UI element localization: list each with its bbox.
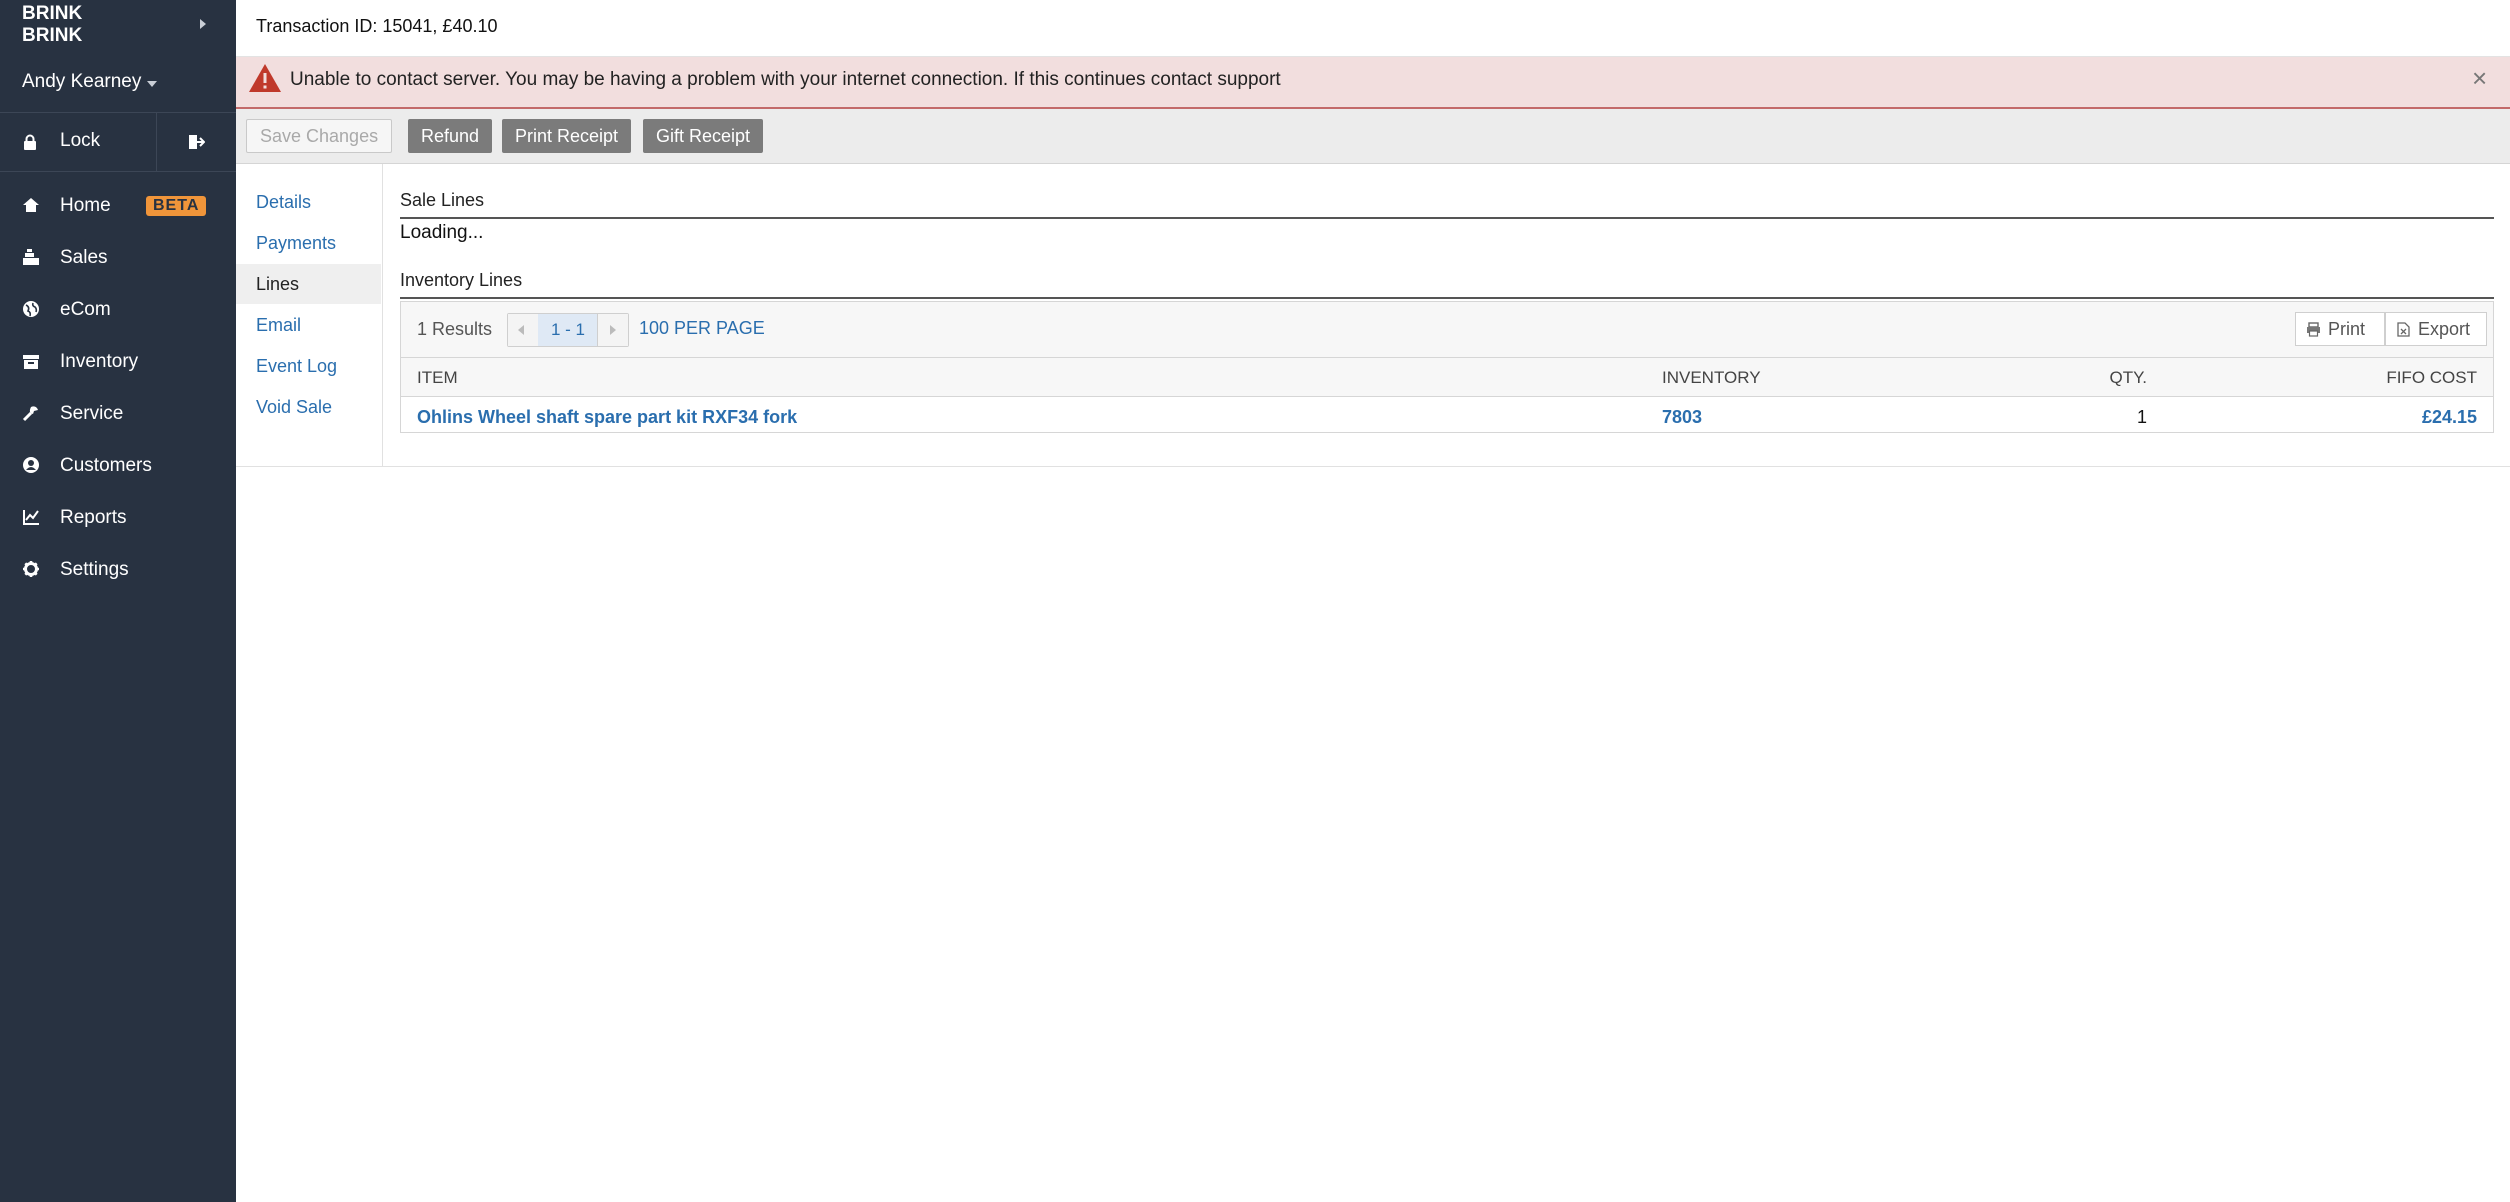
chevron-right-icon[interactable] [200, 19, 206, 29]
fifo-cost-link[interactable]: £24.15 [2422, 407, 2477, 428]
subnav-event-log[interactable]: Event Log [236, 346, 381, 386]
caret-down-icon[interactable] [147, 81, 157, 87]
nav-item-sales[interactable]: Sales [0, 236, 236, 280]
nav-label: Reports [60, 507, 127, 528]
column-header-qty[interactable]: QTY. [2110, 368, 2147, 388]
gear-icon [23, 561, 39, 577]
register-icon [23, 249, 39, 265]
lock-row: Lock [0, 112, 236, 172]
column-header-inventory[interactable]: INVENTORY [1662, 368, 1761, 388]
nav-item-inventory[interactable]: Inventory [0, 340, 236, 384]
item-link[interactable]: Ohlins Wheel shaft spare part kit RXF34 … [417, 407, 797, 428]
page-range[interactable]: 1 - 1 [538, 314, 598, 346]
shop-name[interactable]: BRINK BRINK [22, 3, 82, 47]
pager-bar: 1 Results 1 - 1 100 PER PAGE Print Expor… [401, 302, 2493, 358]
user-menu[interactable]: Andy Kearney [22, 71, 141, 93]
subnav-label: Details [256, 192, 312, 212]
close-icon[interactable]: × [2472, 63, 2487, 94]
results-count: 1 Results [417, 319, 493, 339]
sale-lines-loading: Loading... [400, 222, 484, 243]
divider [400, 297, 2494, 299]
nav-label: Service [60, 403, 124, 424]
qty-value: 1 [2136, 407, 2147, 427]
subnav-void-sale[interactable]: Void Sale [236, 387, 381, 427]
globe-icon [23, 301, 39, 317]
connection-alert: Unable to contact server. You may be hav… [236, 57, 2510, 109]
nav-item-ecom[interactable]: eCom [0, 288, 236, 332]
brand-line-2: BRINK [22, 25, 83, 46]
main-area: Transaction ID: 15041, £40.10 Unable to … [236, 0, 2510, 1202]
column-header-item[interactable]: ITEM [417, 368, 458, 388]
inventory-link[interactable]: 7803 [1662, 407, 1702, 428]
printer-icon [2307, 322, 2320, 337]
brand-line-1: BRINK [22, 3, 83, 24]
page-title: Transaction ID: 15041, £40.10 [256, 16, 498, 36]
file-export-icon [2397, 322, 2410, 337]
nav-item-customers[interactable]: Customers [0, 444, 236, 488]
inventory-lines-table: 1 Results 1 - 1 100 PER PAGE Print Expor… [400, 301, 2494, 433]
print-receipt-button[interactable]: Print Receipt [502, 119, 632, 153]
pager: 1 - 1 [507, 313, 629, 347]
chevron-right-icon [610, 325, 616, 335]
lock-label: Lock [60, 130, 101, 151]
nav-label: Settings [60, 559, 129, 580]
next-page-button[interactable] [597, 314, 628, 346]
box-icon [23, 355, 39, 369]
nav-label: Home [60, 195, 111, 216]
logout-icon [189, 135, 205, 149]
user-circle-icon [23, 457, 39, 473]
sale-lines-title: Sale Lines [400, 190, 485, 210]
subnav-label: Lines [256, 274, 300, 294]
nav-label: Customers [60, 455, 152, 476]
refund-button[interactable]: Refund [408, 119, 493, 153]
nav-item-reports[interactable]: Reports [0, 496, 236, 540]
export-label: Export [2418, 319, 2471, 339]
print-button[interactable]: Print [2295, 312, 2385, 346]
toolbar: Save Changes Refund Print Receipt Gift R… [236, 109, 2510, 164]
transaction-subnav: Details Payments Lines Email Event Log V… [236, 164, 383, 466]
gift-receipt-button[interactable]: Gift Receipt [643, 119, 764, 153]
title-bar: Transaction ID: 15041, £40.10 [236, 0, 2510, 57]
sidebar: BRINK BRINK Andy Kearney Lock Home BETA [0, 0, 236, 1202]
subnav-label: Event Log [256, 356, 338, 376]
subnav-lines[interactable]: Lines [236, 264, 381, 304]
lock-button[interactable]: Lock [0, 113, 156, 171]
alert-message: Unable to contact server. You may be hav… [290, 69, 1281, 90]
nav-label: eCom [60, 299, 111, 320]
chart-icon [23, 510, 39, 525]
subnav-email[interactable]: Email [236, 305, 381, 345]
nav-item-settings[interactable]: Settings [0, 548, 236, 592]
export-button[interactable]: Export [2385, 312, 2487, 346]
chevron-left-icon [518, 325, 524, 335]
save-changes-button[interactable]: Save Changes [246, 119, 393, 153]
nav-label: Sales [60, 247, 108, 268]
warning-icon [249, 64, 281, 92]
beta-badge: BETA [146, 196, 207, 216]
subnav-label: Void Sale [256, 397, 333, 417]
subnav-label: Payments [256, 233, 337, 253]
nav-item-home[interactable]: Home BETA [0, 184, 236, 228]
nav-item-service[interactable]: Service [0, 392, 236, 436]
subnav-details[interactable]: Details [236, 182, 381, 222]
subnav-payments[interactable]: Payments [236, 223, 381, 263]
subnav-label: Email [256, 315, 302, 335]
column-header-fifo-cost[interactable]: FIFO COST [2386, 368, 2477, 388]
lock-icon [24, 134, 36, 150]
table-header: ITEM INVENTORY QTY. FIFO COST [401, 358, 2493, 397]
nav-label: Inventory [60, 351, 139, 372]
divider [236, 466, 2510, 467]
print-label: Print [2328, 319, 2366, 339]
per-page-select[interactable]: 100 PER PAGE [639, 318, 765, 339]
prev-page-button[interactable] [508, 314, 539, 346]
table-row: Ohlins Wheel shaft spare part kit RXF34 … [401, 397, 2493, 432]
logout-button[interactable] [157, 113, 236, 171]
home-icon [23, 198, 39, 212]
divider [400, 217, 2494, 219]
inventory-lines-title: Inventory Lines [400, 270, 523, 290]
wrench-icon [22, 406, 38, 422]
